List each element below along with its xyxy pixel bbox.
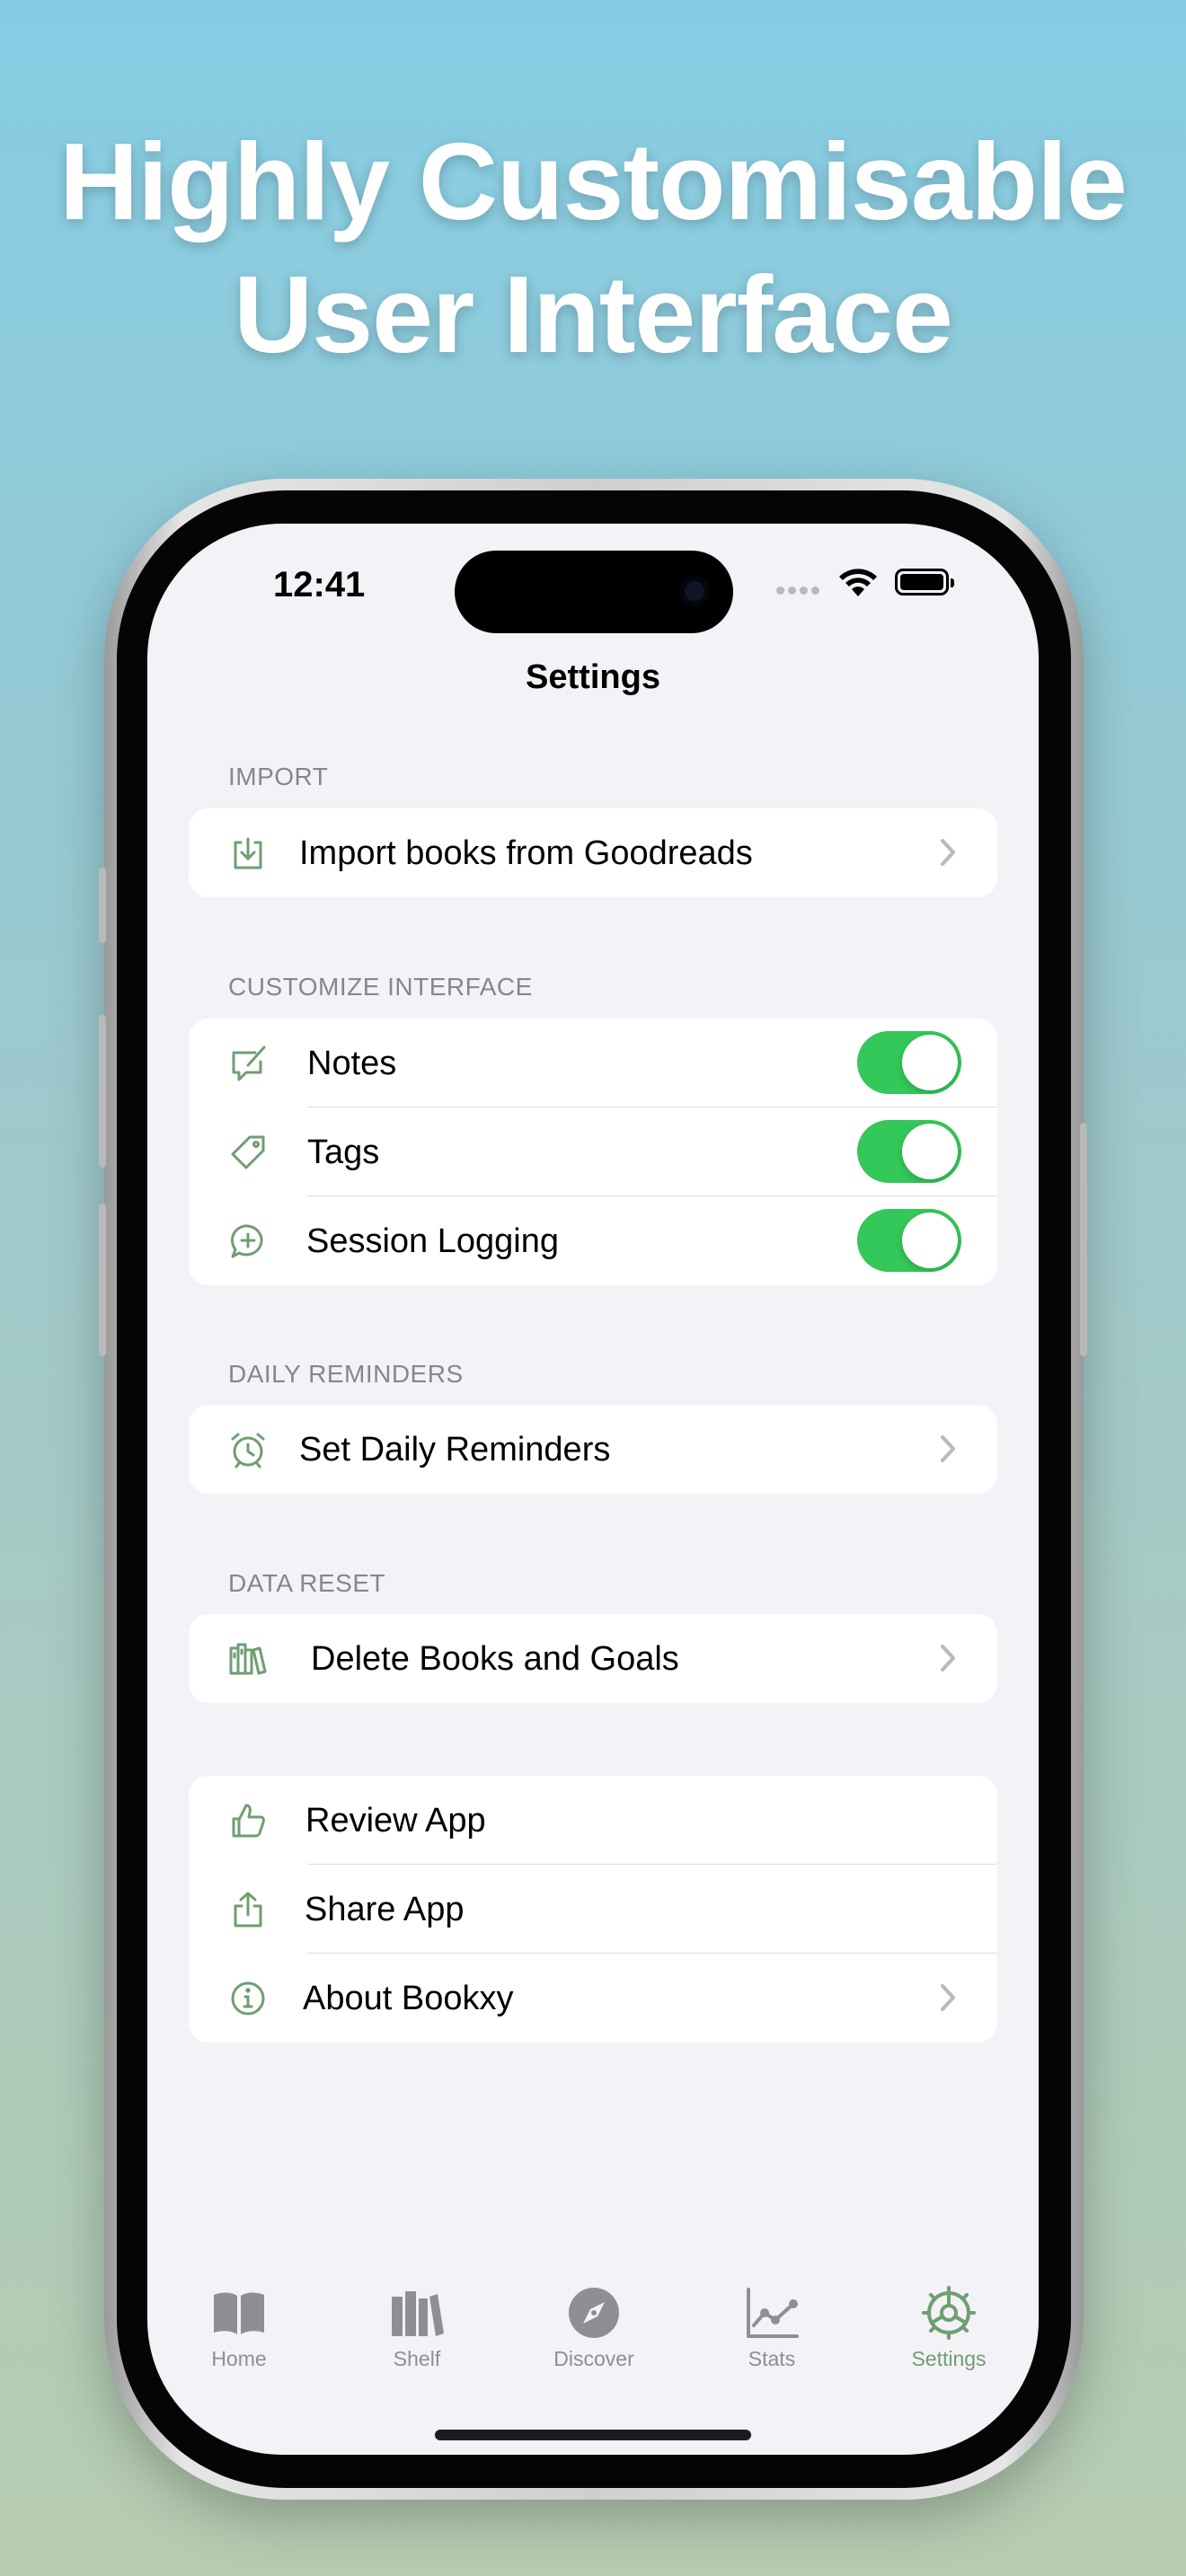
- toggle-knob: [902, 1124, 958, 1179]
- tab-label: Home: [211, 2347, 267, 2370]
- share-app-row[interactable]: Share App: [189, 1865, 997, 1954]
- settings-group-import: Import books from Goodreads: [189, 808, 997, 897]
- row-label: Notes: [307, 1045, 397, 1082]
- thumbs-up-icon: [228, 1801, 268, 1840]
- session-logging-row: Session Logging: [189, 1196, 997, 1285]
- row-label: Delete Books and Goals: [311, 1640, 679, 1678]
- import-icon: [228, 834, 268, 873]
- tab-label: Discover: [553, 2347, 634, 2370]
- info-icon: [228, 1979, 268, 2018]
- review-app-row[interactable]: Review App: [189, 1776, 997, 1865]
- settings-group-reminders: Set Daily Reminders: [189, 1405, 997, 1494]
- tab-label: Settings: [911, 2347, 987, 2370]
- phone-screen: 12:41 Settings IMPORT Import books from …: [147, 524, 1039, 2455]
- section-header-reset: DATA RESET: [228, 1569, 386, 1597]
- settings-group-about: Review App Share App About Bookxy: [189, 1776, 997, 2042]
- book-open-icon: [214, 2292, 264, 2334]
- cellular-signal-icon: [776, 583, 823, 599]
- section-header-reminders: DAILY REMINDERS: [228, 1360, 464, 1388]
- phone-side-button: [99, 868, 106, 943]
- headline-line-2: User Interface: [234, 253, 953, 375]
- headline: Highly Customisable User Interface: [0, 115, 1186, 381]
- row-label: About Bookxy: [303, 1980, 514, 2017]
- settings-group-customize: Notes Tags Session Logging: [189, 1019, 997, 1285]
- row-label: Tags: [307, 1134, 380, 1171]
- row-label: Session Logging: [306, 1222, 559, 1260]
- compass-icon: [569, 2288, 619, 2338]
- page-title: Settings: [526, 658, 660, 696]
- dynamic-island: [455, 551, 733, 633]
- phone-side-button: [1080, 1123, 1087, 1356]
- books-icon: [228, 1639, 268, 1679]
- chevron-right-icon: [941, 1645, 955, 1672]
- about-bookxy-row[interactable]: About Bookxy: [189, 1954, 997, 2042]
- alarm-clock-icon: [228, 1430, 268, 1469]
- tab-shelf[interactable]: Shelf: [328, 2284, 506, 2371]
- tab-settings[interactable]: Settings: [860, 2284, 1038, 2371]
- camera-icon: [679, 576, 710, 606]
- notes-toggle[interactable]: [857, 1031, 961, 1094]
- row-label: Import books from Goodreads: [299, 834, 753, 872]
- status-time: 12:41: [273, 565, 366, 604]
- session-logging-toggle[interactable]: [857, 1209, 961, 1272]
- tags-row: Tags: [189, 1107, 997, 1196]
- row-label: Review App: [305, 1802, 486, 1839]
- session-log-icon: [228, 1222, 268, 1261]
- shelf-icon: [392, 2291, 444, 2336]
- delete-books-goals-row[interactable]: Delete Books and Goals: [189, 1614, 997, 1703]
- notes-row: Notes: [189, 1019, 997, 1107]
- tab-label: Stats: [748, 2347, 796, 2370]
- tab-discover[interactable]: Discover: [505, 2284, 683, 2371]
- notes-icon: [228, 1044, 268, 1083]
- home-indicator[interactable]: [435, 2430, 751, 2440]
- settings-group-reset: Delete Books and Goals: [189, 1614, 997, 1703]
- share-icon: [228, 1890, 268, 1929]
- daily-reminders-row[interactable]: Set Daily Reminders: [189, 1405, 997, 1494]
- tags-toggle[interactable]: [857, 1120, 961, 1183]
- tag-icon: [228, 1133, 268, 1172]
- phone-side-button: [99, 1204, 106, 1356]
- status-indicators: [776, 569, 956, 604]
- toggle-knob: [902, 1035, 958, 1090]
- phone-side-button: [99, 1015, 106, 1168]
- toggle-knob: [902, 1213, 958, 1268]
- section-header-customize: CUSTOMIZE INTERFACE: [228, 973, 533, 1001]
- import-goodreads-row[interactable]: Import books from Goodreads: [189, 808, 997, 897]
- chevron-right-icon: [941, 1435, 955, 1462]
- chart-icon: [747, 2288, 799, 2338]
- battery-icon: [895, 569, 954, 595]
- tab-home[interactable]: Home: [150, 2284, 328, 2371]
- tab-bar: Home Shelf Discover Stats Settings: [147, 2284, 1039, 2392]
- row-label: Share App: [305, 1891, 465, 1928]
- section-header-import: IMPORT: [228, 763, 329, 790]
- wifi-icon: [839, 569, 877, 596]
- gear-icon: [922, 2286, 976, 2340]
- tab-stats[interactable]: Stats: [683, 2284, 861, 2371]
- headline-line-1: Highly Customisable: [59, 120, 1128, 243]
- chevron-right-icon: [941, 839, 955, 866]
- chevron-right-icon: [941, 1984, 955, 2011]
- row-label: Set Daily Reminders: [299, 1431, 611, 1469]
- tab-label: Shelf: [393, 2347, 441, 2370]
